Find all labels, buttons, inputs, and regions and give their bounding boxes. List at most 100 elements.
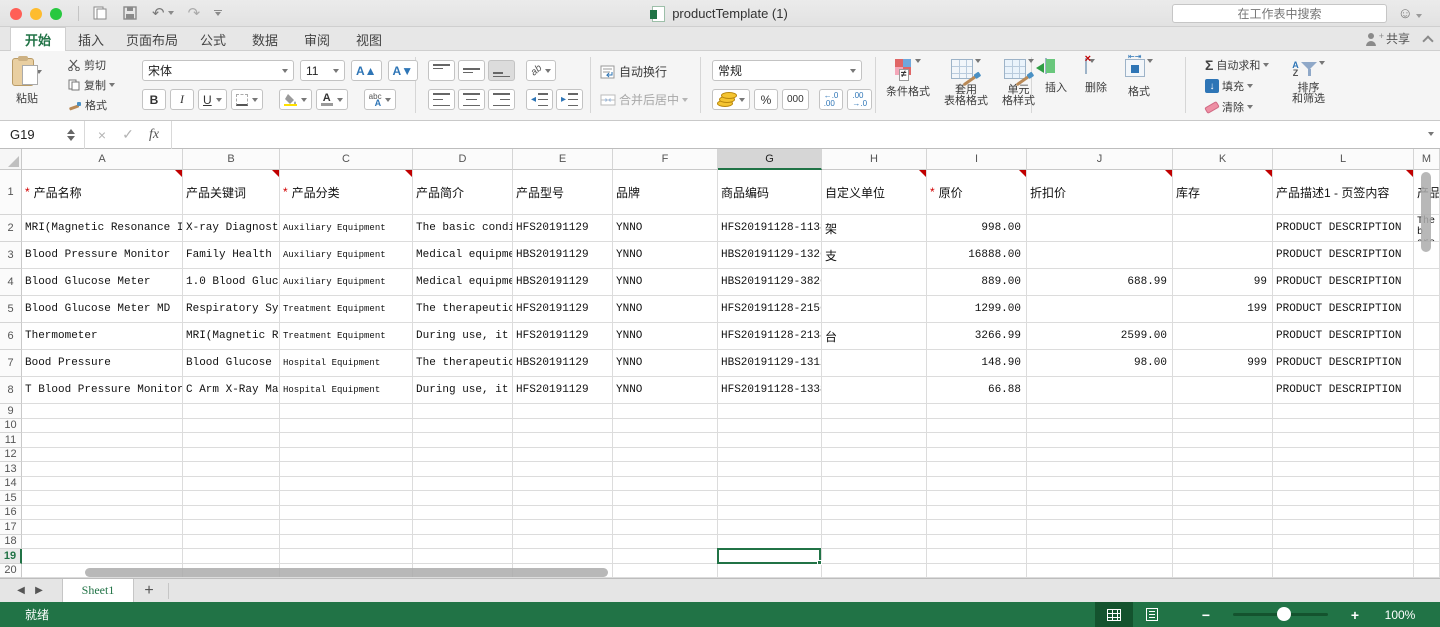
row-header-12[interactable]: 12: [0, 448, 22, 463]
cell-styles-caret[interactable]: [1028, 59, 1034, 63]
cell-A5[interactable]: Blood Glucose Meter MD: [22, 296, 183, 323]
clear-caret[interactable]: [1247, 105, 1253, 109]
column-header-B[interactable]: B: [183, 149, 280, 170]
cell-K7[interactable]: 999: [1173, 350, 1273, 377]
autosum-button[interactable]: Σ自动求和: [1205, 57, 1269, 73]
cell-L9[interactable]: [1273, 404, 1414, 419]
cell-E11[interactable]: [513, 433, 613, 448]
cell-K13[interactable]: [1173, 462, 1273, 477]
italic-button[interactable]: I: [170, 89, 194, 110]
format-as-table-caret[interactable]: [975, 59, 981, 63]
cell-D3[interactable]: Medical equipment: [413, 242, 513, 269]
cell-C9[interactable]: [280, 404, 413, 419]
page-layout-view-button[interactable]: [1133, 602, 1171, 627]
cell-M9[interactable]: [1414, 404, 1440, 419]
cell-B10[interactable]: [183, 419, 280, 434]
cell-M4[interactable]: [1414, 269, 1440, 296]
cell-G10[interactable]: [718, 419, 822, 434]
cell-H11[interactable]: [822, 433, 927, 448]
font-color-caret[interactable]: [337, 98, 343, 102]
cell-B11[interactable]: [183, 433, 280, 448]
column-header-E[interactable]: E: [513, 149, 613, 170]
cell-E5[interactable]: HFS20191129: [513, 296, 613, 323]
cell-I5[interactable]: 1299.00: [927, 296, 1027, 323]
borders-button[interactable]: [231, 89, 263, 110]
cell-B14[interactable]: [183, 477, 280, 492]
normal-view-button[interactable]: [1095, 602, 1133, 627]
cell-B4[interactable]: 1.0 Blood Glucose: [183, 269, 280, 296]
row-header-5[interactable]: 5: [0, 296, 22, 323]
cell-C1[interactable]: *产品分类: [280, 170, 413, 215]
cell-L13[interactable]: [1273, 462, 1414, 477]
insert-cells-button[interactable]: 插入: [1045, 59, 1067, 98]
cell-K17[interactable]: [1173, 520, 1273, 535]
cell-H19[interactable]: [822, 549, 927, 564]
cell-M13[interactable]: [1414, 462, 1440, 477]
cell-J4[interactable]: 688.99: [1027, 269, 1173, 296]
cell-I7[interactable]: 148.90: [927, 350, 1027, 377]
cell-F4[interactable]: YNNO: [613, 269, 718, 296]
percent-style-button[interactable]: %: [754, 89, 778, 110]
cell-I20[interactable]: [927, 564, 1027, 579]
cell-K9[interactable]: [1173, 404, 1273, 419]
row-header-7[interactable]: 7: [0, 350, 22, 377]
decrease-decimal-button[interactable]: .00 →.0: [847, 89, 872, 110]
cell-B16[interactable]: [183, 506, 280, 521]
cell-J6[interactable]: 2599.00: [1027, 323, 1173, 350]
cell-J12[interactable]: [1027, 448, 1173, 463]
cell-A2[interactable]: MRI(Magnetic Resonance Imagi: [22, 215, 183, 242]
cell-J2[interactable]: [1027, 215, 1173, 242]
cell-C14[interactable]: [280, 477, 413, 492]
cell-B1[interactable]: 产品关键词: [183, 170, 280, 215]
sort-filter-caret[interactable]: [1319, 61, 1325, 65]
cell-A3[interactable]: Blood Pressure Monitor: [22, 242, 183, 269]
fill-caret[interactable]: [1247, 84, 1253, 88]
cell-M19[interactable]: [1414, 549, 1440, 564]
cell-F13[interactable]: [613, 462, 718, 477]
cell-F20[interactable]: [613, 564, 718, 579]
cell-G2[interactable]: HFS20191128-1138: [718, 215, 822, 242]
autosum-caret[interactable]: [1263, 63, 1269, 67]
vertical-scrollbar[interactable]: [1421, 172, 1431, 252]
cell-A15[interactable]: [22, 491, 183, 506]
cell-M7[interactable]: [1414, 350, 1440, 377]
row-header-15[interactable]: 15: [0, 491, 22, 506]
cell-D15[interactable]: [413, 491, 513, 506]
cell-E19[interactable]: [513, 549, 613, 564]
confirm-icon[interactable]: ✓: [115, 126, 141, 143]
name-box-stepper[interactable]: [62, 129, 80, 141]
cell-I14[interactable]: [927, 477, 1027, 492]
cell-C11[interactable]: [280, 433, 413, 448]
cell-H7[interactable]: [822, 350, 927, 377]
zoom-slider[interactable]: [1233, 613, 1328, 616]
cell-L2[interactable]: PRODUCT DESCRIPTION: [1273, 215, 1414, 242]
cell-K16[interactable]: [1173, 506, 1273, 521]
cell-D13[interactable]: [413, 462, 513, 477]
column-header-G[interactable]: G: [718, 149, 822, 170]
cell-H4[interactable]: [822, 269, 927, 296]
cell-I9[interactable]: [927, 404, 1027, 419]
add-sheet-button[interactable]: +: [134, 582, 164, 600]
cell-D9[interactable]: [413, 404, 513, 419]
cell-D14[interactable]: [413, 477, 513, 492]
cell-A8[interactable]: T Blood Pressure Monitor: [22, 377, 183, 404]
horizontal-scrollbar[interactable]: [85, 568, 608, 577]
cut-button[interactable]: 剪切: [68, 57, 115, 73]
number-format-combo[interactable]: 常规: [712, 60, 862, 81]
column-header-H[interactable]: H: [822, 149, 927, 170]
cell-H14[interactable]: [822, 477, 927, 492]
name-box[interactable]: G19: [0, 121, 62, 149]
cell-D19[interactable]: [413, 549, 513, 564]
cell-B5[interactable]: Respiratory Syste: [183, 296, 280, 323]
cell-E1[interactable]: 产品型号: [513, 170, 613, 215]
format-cells-caret[interactable]: [1147, 59, 1153, 63]
copy-button[interactable]: 复制: [68, 77, 115, 93]
row-header-9[interactable]: 9: [0, 404, 22, 419]
format-as-table-button[interactable]: 套用 表格格式: [944, 59, 988, 107]
cell-E18[interactable]: [513, 535, 613, 550]
cell-H5[interactable]: [822, 296, 927, 323]
cell-G12[interactable]: [718, 448, 822, 463]
align-middle-button[interactable]: [458, 60, 485, 81]
cell-L15[interactable]: [1273, 491, 1414, 506]
align-left-button[interactable]: [428, 89, 455, 110]
